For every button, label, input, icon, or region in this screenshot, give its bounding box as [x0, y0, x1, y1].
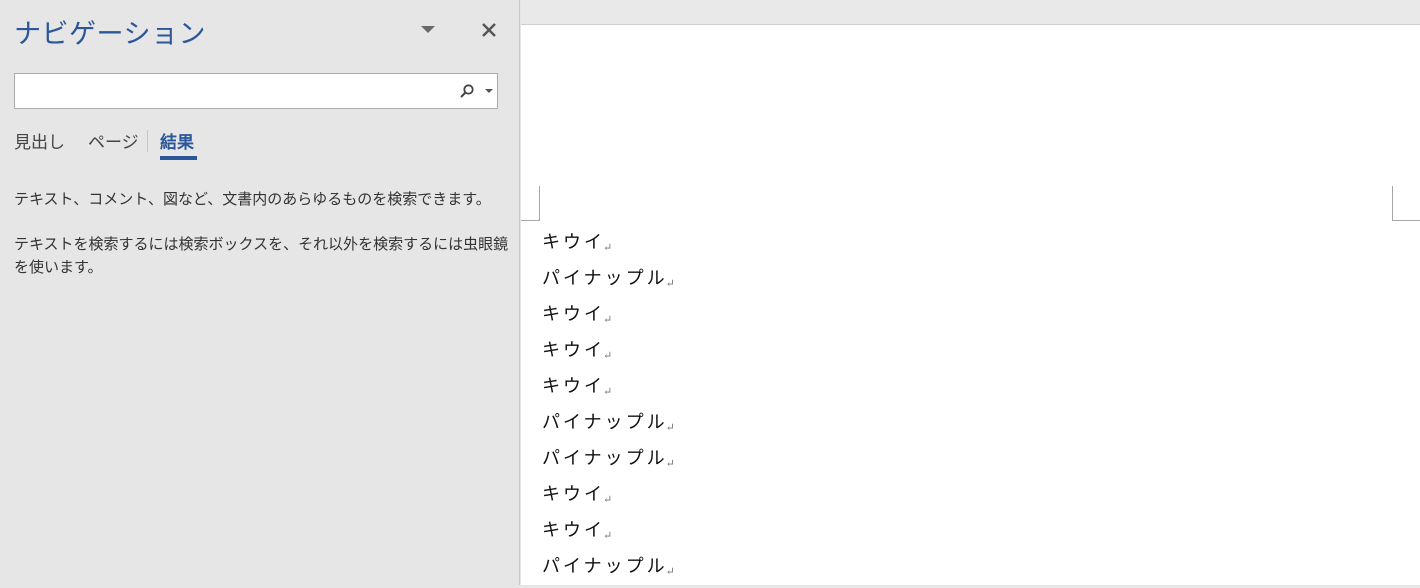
paragraph-mark-icon: ↵ — [603, 385, 613, 398]
paragraph-text: キウイ — [542, 232, 605, 253]
right-margin-marker — [1392, 186, 1420, 221]
search-input[interactable] — [15, 74, 455, 108]
paragraph-mark-icon: ↵ — [603, 493, 613, 506]
tab-pages[interactable]: ページ — [88, 128, 139, 153]
document-paragraph[interactable]: キウイ↵ — [542, 228, 612, 264]
paragraph-text: パイナップル — [542, 556, 668, 577]
paragraph-text: キウイ — [542, 484, 605, 505]
paragraph-mark-icon: ↵ — [665, 457, 675, 470]
paragraph-text: キウイ — [542, 304, 605, 325]
document-paragraph[interactable]: パイナップル↵ — [542, 552, 675, 588]
paragraph-mark-icon: ↵ — [665, 565, 675, 578]
search-box — [14, 73, 498, 109]
document-paragraph[interactable]: キウイ↵ — [542, 372, 612, 408]
caret-down-icon[interactable] — [485, 88, 493, 94]
left-margin-marker — [521, 186, 540, 221]
document-top-strip — [521, 0, 1420, 25]
paragraph-text: キウイ — [542, 520, 605, 541]
paragraph-mark-icon: ↵ — [603, 349, 613, 362]
paragraph-mark-icon: ↵ — [665, 277, 675, 290]
paragraph-text: パイナップル — [542, 268, 668, 289]
active-tab-indicator — [160, 156, 197, 160]
document-paragraph[interactable]: パイナップル↵ — [542, 444, 675, 480]
chevron-down-icon — [421, 26, 435, 33]
paragraph-text: キウイ — [542, 340, 605, 361]
document-area[interactable]: キウイ↵ パイナップル↵ キウイ↵ キウイ↵ キウイ↵ パイナップル↵ パイナッ… — [521, 0, 1420, 585]
paragraph-mark-icon: ↵ — [603, 529, 613, 542]
paragraph-mark-icon: ↵ — [603, 241, 613, 254]
close-icon — [482, 23, 496, 37]
tab-headings[interactable]: 見出し — [14, 128, 65, 153]
document-paragraph[interactable]: キウイ↵ — [542, 480, 612, 516]
tab-divider — [147, 130, 148, 152]
paragraph-mark-icon: ↵ — [665, 421, 675, 434]
paragraph-mark-icon: ↵ — [603, 313, 613, 326]
document-paragraph[interactable]: パイナップル↵ — [542, 408, 675, 444]
navigation-pane: ナビゲーション 見出し ページ 結果 テキスト、コメント、図など、文書内のあらゆ… — [0, 0, 520, 585]
document-paragraph[interactable]: キウイ↵ — [542, 300, 612, 336]
info-message: テキストを検索するには検索ボックスを、それ以外を検索するには虫眼鏡を使います。 — [14, 235, 509, 276]
paragraph-text: キウイ — [542, 376, 605, 397]
document-paragraph[interactable]: パイナップル↵ — [542, 264, 675, 300]
paragraph-text: パイナップル — [542, 448, 668, 469]
document-paragraph[interactable]: キウイ↵ — [542, 516, 612, 552]
tab-results[interactable]: 結果 — [160, 128, 194, 153]
paragraph-text: パイナップル — [542, 412, 668, 433]
close-pane-button[interactable] — [478, 19, 500, 41]
pane-options-button[interactable] — [419, 22, 437, 38]
document-paragraph[interactable]: キウイ↵ — [542, 336, 612, 372]
search-icon[interactable] — [459, 83, 475, 99]
info-message: テキスト、コメント、図など、文書内のあらゆるものを検索できます。 — [14, 190, 491, 208]
navigation-title: ナビゲーション — [14, 19, 206, 50]
